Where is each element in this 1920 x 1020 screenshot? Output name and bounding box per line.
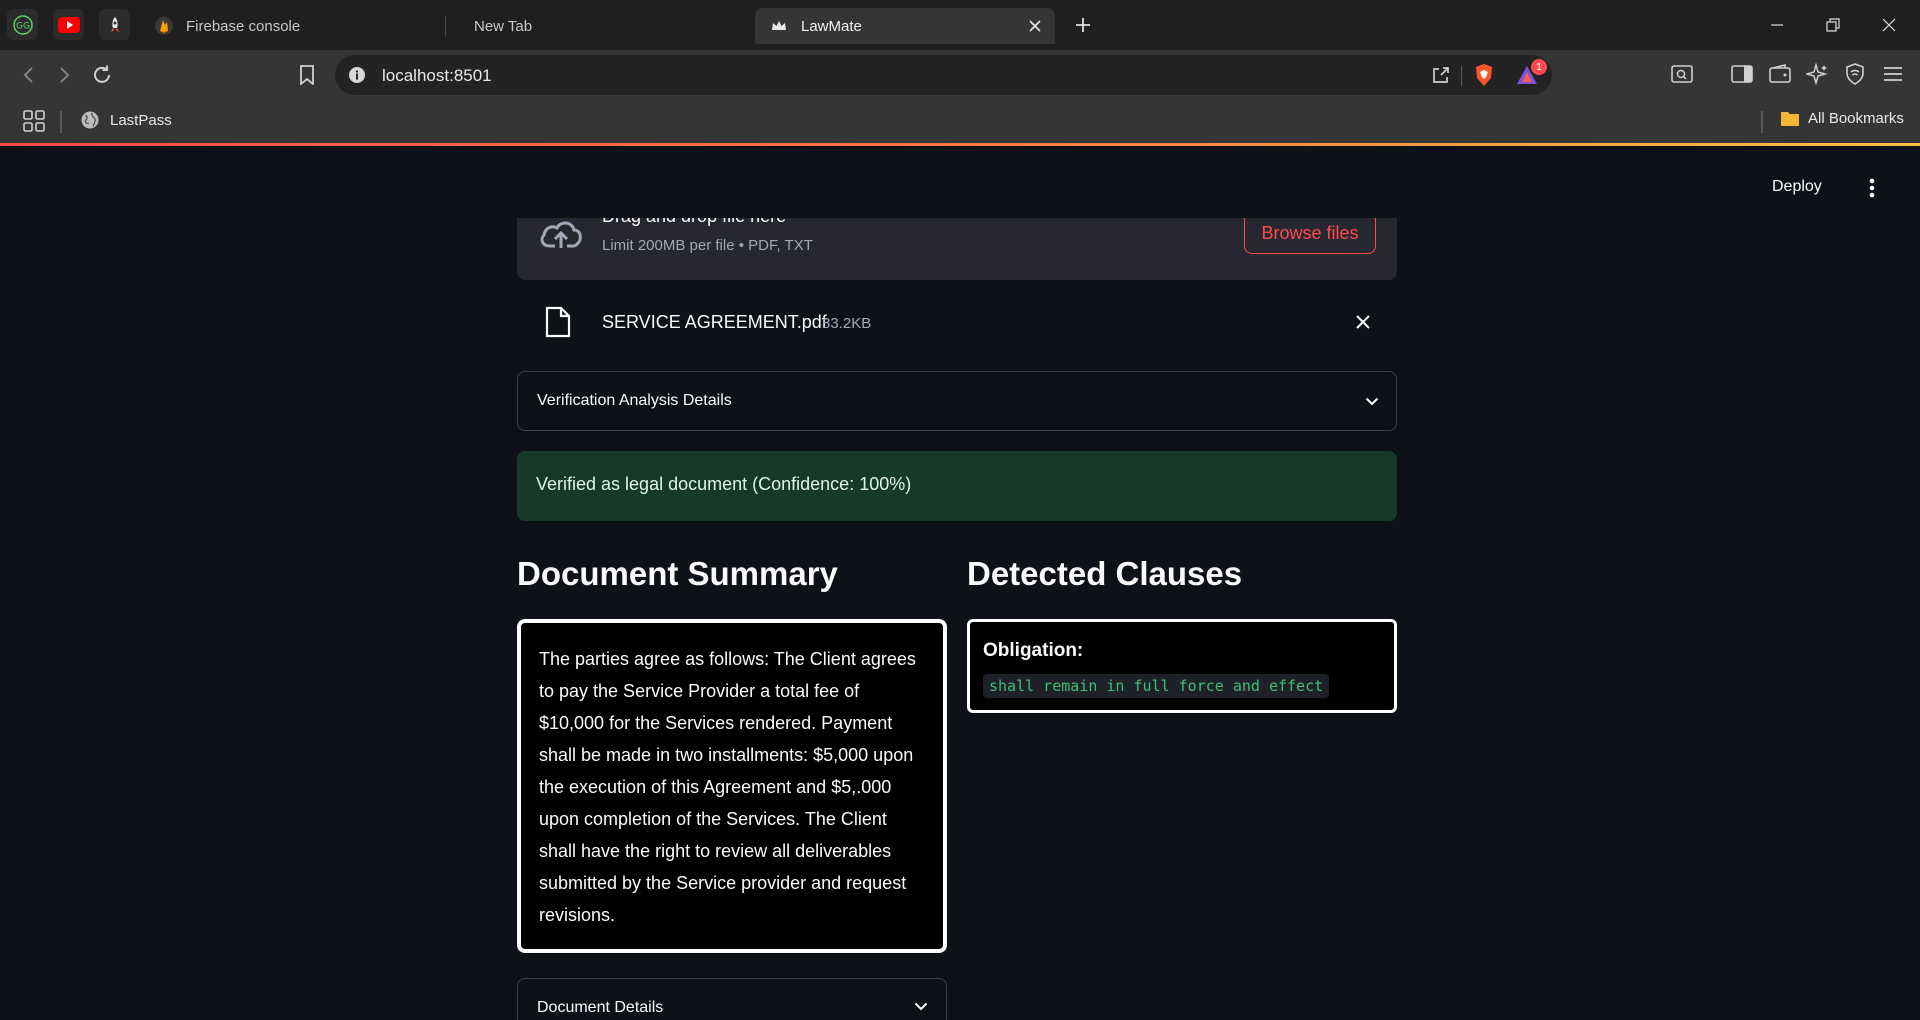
rocket-icon: [110, 16, 119, 32]
menu-icon[interactable]: [1879, 60, 1907, 88]
browser-tabstrip: GG Firebase console New Tab LawMate: [0, 0, 1920, 50]
vpn-shield-icon[interactable]: [1841, 60, 1869, 88]
summary-heading: Document Summary: [517, 555, 838, 592]
clause-type-label: Obligation:: [983, 640, 1084, 661]
summary-card: The parties agree as follows: The Client…: [517, 619, 947, 953]
pinned-tab-youtube[interactable]: [53, 9, 84, 40]
forward-arrow-icon: [60, 67, 70, 83]
wallet-icon[interactable]: [1766, 60, 1794, 88]
share-icon[interactable]: [1429, 63, 1453, 87]
all-bookmarks-label: All Bookmarks: [1808, 110, 1904, 127]
close-icon: [1882, 18, 1896, 32]
uploaded-file-row: SERVICE AGREEMENT.pdf 83.2KB: [517, 298, 1397, 350]
chevron-down-icon: [911, 996, 931, 1016]
vertical-dots-icon: [1869, 178, 1875, 198]
globe-icon: [81, 111, 99, 129]
tab-new-tab[interactable]: New Tab: [448, 8, 750, 44]
url-text[interactable]: localhost:8501: [382, 66, 492, 86]
leo-ai-icon[interactable]: [1803, 60, 1831, 88]
app-header: [0, 146, 1920, 218]
app-main: Deploy Drag and drop file here Limit 200…: [0, 146, 1920, 1020]
back-arrow-icon: [23, 67, 33, 83]
folder-icon: [1781, 112, 1799, 126]
main-menu-button[interactable]: [1860, 176, 1884, 200]
reload-icon: [94, 65, 110, 83]
deploy-button[interactable]: Deploy: [1772, 178, 1822, 196]
restore-button[interactable]: [1818, 10, 1848, 40]
tab-label: LawMate: [801, 17, 862, 35]
youtube-icon: [57, 16, 80, 33]
svg-text:GG: GG: [16, 21, 30, 31]
rewards-badge: 1: [1531, 59, 1547, 75]
restore-icon: [1826, 18, 1840, 32]
expander-label: Document Details: [537, 999, 664, 1016]
uploaded-file-name: SERVICE AGREEMENT.pdf: [602, 312, 827, 332]
crown-icon: [769, 16, 789, 36]
tab-lawmate[interactable]: LawMate: [755, 8, 1055, 44]
pinned-tab-gg[interactable]: GG: [7, 9, 38, 40]
new-tab-button[interactable]: [1070, 12, 1096, 38]
bookmarks-divider: [1761, 111, 1763, 133]
cloud-upload-icon: [540, 221, 582, 248]
summary-text: The parties agree as follows: The Client…: [539, 649, 916, 925]
clause-card: Obligation: shall remain in full force a…: [967, 619, 1397, 713]
uploaded-file-size: 83.2KB: [822, 315, 872, 332]
back-button[interactable]: [14, 60, 44, 90]
bookmark-lastpass[interactable]: LastPass: [80, 110, 172, 130]
browse-files-button[interactable]: Browse files: [1244, 212, 1376, 254]
all-bookmarks-button[interactable]: All Bookmarks: [1780, 110, 1904, 127]
forward-button[interactable]: [49, 60, 79, 90]
bookmarks-bar: LastPass All Bookmarks: [0, 100, 1920, 144]
minimize-icon: [1771, 24, 1783, 26]
apps-grid-icon[interactable]: [22, 109, 46, 133]
site-info-icon[interactable]: [347, 65, 367, 85]
success-alert: Verified as legal document (Confidence: …: [517, 451, 1397, 521]
file-icon: [545, 306, 571, 338]
tab-label: Firebase console: [186, 17, 301, 35]
document-details-expander[interactable]: Document Details: [517, 978, 947, 1020]
sidebar-icon[interactable]: [1728, 60, 1756, 88]
address-bar[interactable]: localhost:8501 1: [335, 55, 1552, 95]
clause-text-code: shall remain in full force and effect: [983, 674, 1330, 698]
close-icon: [1356, 315, 1370, 329]
verification-details-expander[interactable]: Verification Analysis Details: [517, 371, 1397, 431]
bookmark-icon: [300, 65, 314, 85]
uploader-limit: Limit 200MB per file • PDF, TXT: [602, 237, 813, 254]
expander-label: Verification Analysis Details: [537, 392, 732, 409]
omnibox-divider: [1461, 66, 1462, 86]
tab-divider: [445, 16, 446, 36]
minimize-button[interactable]: [1762, 10, 1792, 40]
close-window-button[interactable]: [1874, 10, 1904, 40]
bookmark-page-button[interactable]: [292, 60, 322, 90]
firebase-icon: [154, 16, 174, 36]
chevron-down-icon: [1362, 391, 1382, 411]
close-tab-icon[interactable]: [1025, 16, 1045, 36]
reload-button[interactable]: [87, 60, 117, 90]
bookmarks-divider: [60, 111, 62, 133]
plus-icon: [1076, 18, 1090, 32]
success-message: Verified as legal document (Confidence: …: [536, 474, 912, 494]
remove-file-button[interactable]: [1351, 310, 1375, 334]
tab-firebase-console[interactable]: Firebase console: [140, 8, 442, 44]
search-tabs-icon[interactable]: [1668, 60, 1696, 88]
clauses-heading: Detected Clauses: [967, 555, 1243, 592]
tab-label: New Tab: [474, 17, 533, 35]
gg-logo-icon: GG: [12, 14, 33, 35]
bookmark-label: LastPass: [110, 111, 172, 129]
brave-shields-icon[interactable]: [1472, 63, 1496, 87]
pinned-tab-rocket[interactable]: [99, 9, 130, 40]
